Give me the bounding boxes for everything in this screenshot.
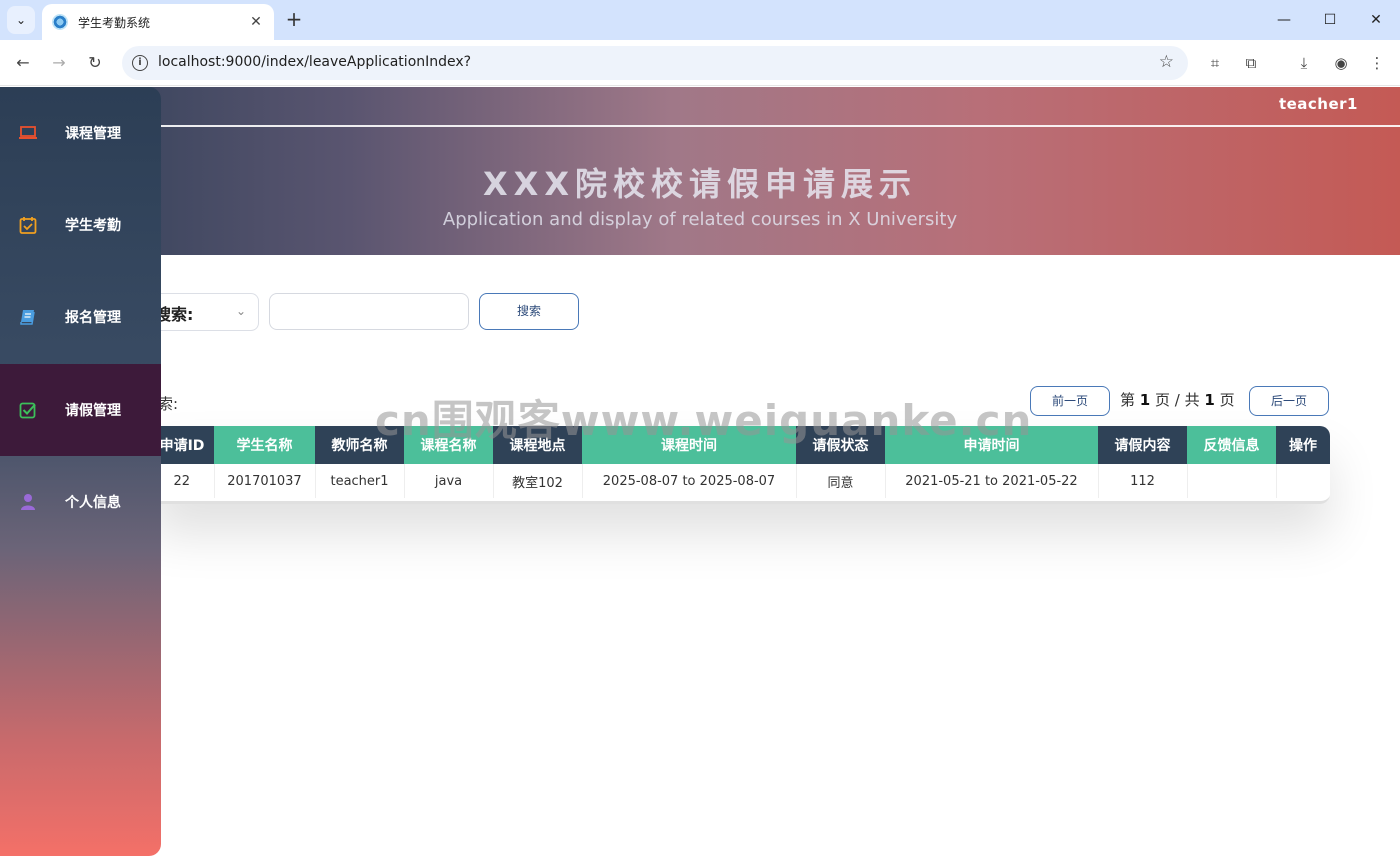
maximize-button[interactable]: ☐ [1307, 6, 1353, 34]
browser-tab[interactable]: 学生考勤系统 ✕ [42, 4, 274, 40]
book-icon [18, 307, 38, 327]
results-label: 索: [158, 395, 179, 413]
page-subtitle: Application and display of related cours… [442, 209, 958, 230]
column-header: 课程地点 [493, 426, 582, 464]
page-indicator: 第 1 页 / 共 1 页 [1120, 389, 1235, 410]
table-cell: 教室102 [493, 464, 583, 498]
sidebar-item-leave[interactable]: 请假管理 [0, 364, 161, 456]
browser-toolbar: ← → ↻ i localhost:9000/index/leaveApplic… [0, 40, 1400, 86]
sidebar-item-label: 个人信息 [65, 495, 121, 511]
profile-icon[interactable]: ◉ [1330, 52, 1352, 74]
column-header: 课程时间 [582, 426, 796, 464]
table-cell: 2021-05-21 to 2021-05-22 [885, 464, 1099, 498]
column-header: 操作 [1276, 426, 1330, 464]
prev-page-button[interactable]: 前一页 [1030, 386, 1110, 416]
page-content: teacher1 XXX院校校请假申请展示 Application and di… [0, 87, 1400, 858]
table-cell: teacher1 [315, 464, 405, 498]
next-page-button[interactable]: 后一页 [1249, 386, 1329, 416]
calendar-check-icon [18, 215, 38, 235]
sidebar-item-label: 请假管理 [65, 403, 121, 419]
page-current: 1 [1139, 391, 1151, 409]
header-banner: teacher1 XXX院校校请假申请展示 Application and di… [0, 87, 1400, 255]
tab-search-button[interactable]: ⌄ [7, 6, 35, 34]
current-user[interactable]: teacher1 [1279, 95, 1358, 113]
search-button[interactable]: 搜索 [479, 293, 579, 330]
table-header-row: 申请ID 学生名称 教师名称 课程名称 课程地点 课程时间 请假状态 申请时间 … [150, 426, 1330, 464]
table-cell: 201701037 [214, 464, 316, 498]
table-cell: java [404, 464, 494, 498]
sidebar-item-label: 报名管理 [65, 310, 121, 326]
minimize-button[interactable]: — [1261, 6, 1307, 34]
site-info-icon[interactable]: i [132, 55, 148, 71]
header-divider [160, 125, 1400, 127]
url-text: localhost:9000/index/leaveApplicationInd… [158, 54, 472, 70]
menu-dots-icon[interactable]: ⋮ [1366, 52, 1388, 74]
page-suffix: 页 [1219, 391, 1235, 409]
column-header: 申请时间 [885, 426, 1098, 464]
table-cell: 同意 [796, 464, 886, 498]
sidebar-item-label: 学生考勤 [65, 218, 121, 234]
browser-tab-bar: ⌄ 学生考勤系统 ✕ + — ☐ ✕ [0, 0, 1400, 40]
table-cell: 2025-08-07 to 2025-08-07 [582, 464, 797, 498]
download-icon[interactable]: ⤓ [1293, 52, 1315, 74]
column-header: 课程名称 [404, 426, 493, 464]
chevron-down-icon: ⌄ [235, 304, 246, 318]
close-window-button[interactable]: ✕ [1353, 6, 1399, 34]
site-favicon-icon [52, 14, 68, 30]
sidebar: 课程管理 学生考勤 报名管理 请假管理 个人信息 [0, 87, 161, 856]
column-header: 反馈信息 [1187, 426, 1276, 464]
extensions-icon[interactable]: ⧉ [1240, 52, 1262, 74]
close-tab-icon[interactable]: ✕ [246, 14, 266, 30]
column-header: 请假状态 [796, 426, 885, 464]
page-title: XXX院校校请假申请展示 [482, 165, 918, 203]
sidebar-item-course[interactable]: 课程管理 [0, 87, 161, 179]
column-header: 学生名称 [214, 426, 315, 464]
laptop-icon [18, 123, 38, 143]
table-row: 22 201701037 teacher1 java 教室102 2025-08… [150, 464, 1330, 498]
tab-title: 学生考勤系统 [78, 15, 151, 30]
crop-icon[interactable]: ⌗ [1204, 52, 1226, 74]
search-input[interactable] [269, 293, 469, 330]
table-cell [1276, 464, 1330, 498]
sidebar-item-enroll[interactable]: 报名管理 [0, 271, 161, 363]
page-total: 1 [1204, 391, 1215, 409]
user-icon [18, 492, 38, 512]
page-prefix: 第 [1120, 391, 1136, 409]
table-cell [1187, 464, 1277, 498]
page-mid: 页 / 共 [1155, 391, 1200, 409]
back-icon[interactable]: ← [9, 49, 37, 77]
new-tab-button[interactable]: + [282, 8, 306, 32]
table-cell: 112 [1098, 464, 1188, 498]
sidebar-item-profile[interactable]: 个人信息 [0, 456, 161, 548]
address-bar[interactable]: i localhost:9000/index/leaveApplicationI… [122, 46, 1188, 80]
checkbox-icon [18, 400, 38, 420]
sidebar-item-label: 课程管理 [65, 126, 121, 142]
sidebar-item-attendance[interactable]: 学生考勤 [0, 179, 161, 271]
forward-icon[interactable]: → [45, 49, 73, 77]
reload-icon[interactable]: ↻ [81, 49, 109, 77]
bookmark-star-icon[interactable]: ☆ [1159, 52, 1174, 72]
column-header: 请假内容 [1098, 426, 1187, 464]
column-header: 教师名称 [315, 426, 404, 464]
leave-table: 申请ID 学生名称 教师名称 课程名称 课程地点 课程时间 请假状态 申请时间 … [150, 426, 1330, 504]
